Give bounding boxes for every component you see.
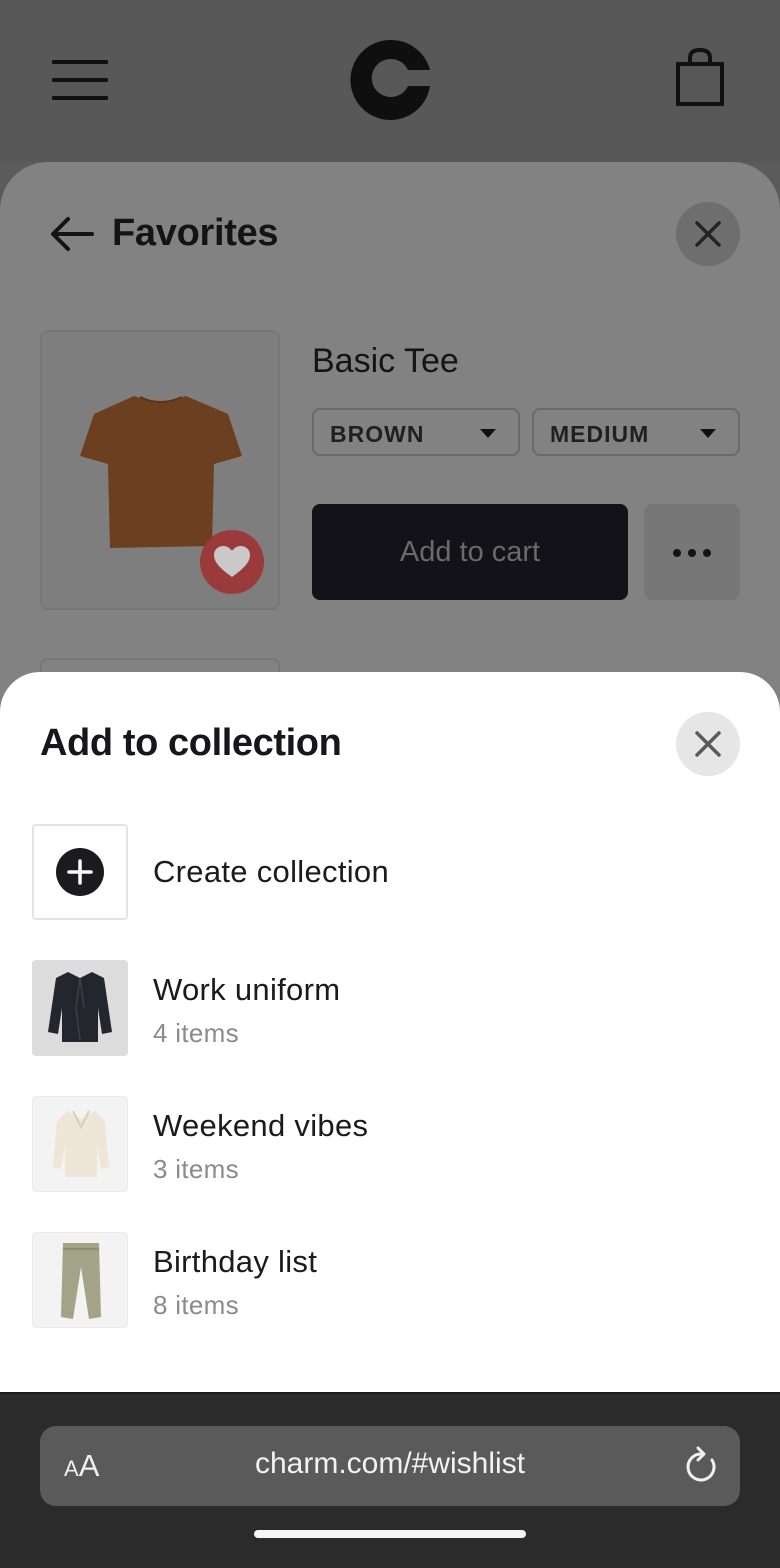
size-select[interactable]: MEDIUM [532,408,740,456]
page-title: Favorites [112,212,279,254]
hamburger-menu-icon[interactable] [52,58,110,102]
arrow-left-icon[interactable] [48,214,94,254]
create-collection-label: Create collection [153,854,389,889]
collection-thumb [32,960,128,1056]
size-select-value: MEDIUM [550,421,650,447]
sheet-title: Add to collection [40,722,342,764]
browser-toolbar: AA charm.com/#wishlist [0,1392,780,1568]
collection-count: 3 items [153,1154,239,1184]
collection-thumb [32,1232,128,1328]
collection-title: Birthday list [153,1244,318,1279]
shopping-bag-icon[interactable] [674,48,726,108]
close-icon [695,731,721,757]
charm-logo-icon[interactable] [348,38,432,122]
collection-title: Weekend vibes [153,1108,369,1143]
collection-row-weekend-vibes[interactable]: Weekend vibes 3 items [32,1096,748,1192]
product-name: Basic Tee [312,342,459,380]
plus-circle-icon [56,848,104,896]
add-to-collection-sheet: Add to collection Create collection Work… [0,672,780,1392]
more-options-button[interactable] [644,504,740,600]
create-collection-row[interactable]: Create collection [32,824,748,920]
close-icon [695,221,721,247]
url-text: charm.com/#wishlist [254,1447,526,1480]
chevron-down-icon [480,429,496,438]
favorites-close-button[interactable] [676,202,740,266]
sheet-close-button[interactable] [676,712,740,776]
color-select[interactable]: BROWN [312,408,520,456]
blazer-image [48,972,112,1042]
home-indicator [254,1530,526,1538]
trousers-image [61,1243,101,1319]
heart-icon [214,546,250,577]
collection-thumb [32,1096,128,1192]
collection-count: 8 items [153,1290,239,1320]
collection-row-birthday-list[interactable]: Birthday list 8 items [32,1232,748,1328]
add-to-cart-button[interactable]: Add to cart [312,504,628,600]
sweater-image [53,1110,109,1177]
chevron-down-icon [700,429,716,438]
favorite-toggle-button[interactable] [200,530,264,594]
collection-count: 4 items [153,1018,239,1048]
site-header [0,0,780,162]
reload-icon[interactable] [682,1446,720,1486]
address-bar[interactable]: AA charm.com/#wishlist [40,1426,740,1506]
create-collection-thumb [32,824,128,920]
color-select-value: BROWN [330,421,425,447]
collection-row-work-uniform[interactable]: Work uniform 4 items [32,960,748,1056]
collection-title: Work uniform [153,972,341,1007]
